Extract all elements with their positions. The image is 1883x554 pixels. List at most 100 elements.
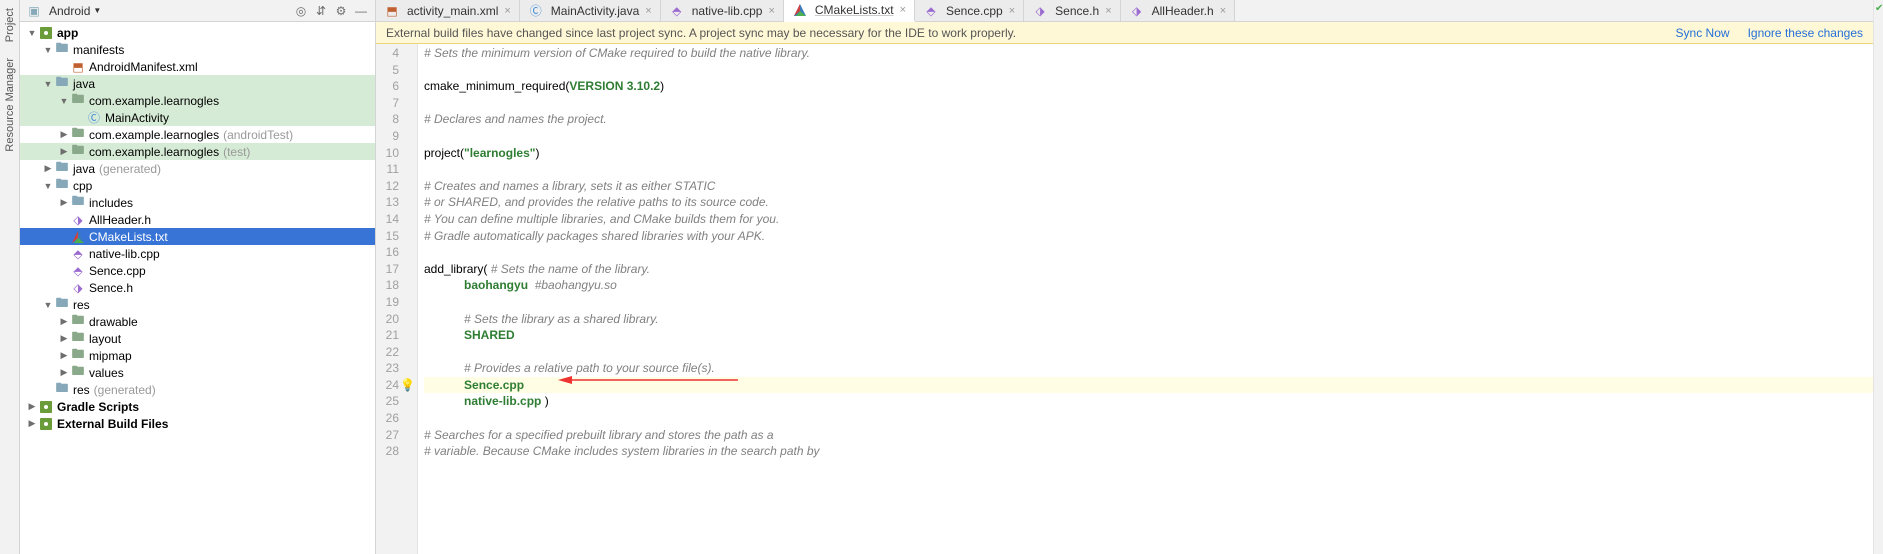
tree-node[interactable]: ⬗AllHeader.h	[20, 211, 375, 228]
editor-tab[interactable]: ⬒activity_main.xml×	[376, 0, 520, 21]
line-gutter: 4567891011121314151617181920212223💡24252…	[376, 44, 418, 554]
tree-node[interactable]: ▶🖿values	[20, 364, 375, 381]
code-line[interactable]: # variable. Because CMake includes syste…	[424, 443, 1873, 460]
editor-tab[interactable]: ⬘native-lib.cpp×	[661, 0, 784, 21]
editor-tab[interactable]: ⒸMainActivity.java×	[520, 0, 661, 21]
expand-arrow[interactable]: ▼	[42, 79, 54, 89]
code-line[interactable]: native-lib.cpp )	[424, 393, 1873, 410]
tab-label: Sence.h	[1055, 4, 1099, 18]
code-line[interactable]: # Gradle automatically packages shared l…	[424, 228, 1873, 245]
code-line[interactable]	[424, 128, 1873, 145]
code-line[interactable]: # Sets the library as a shared library.	[424, 311, 1873, 328]
sync-now-link[interactable]: Sync Now	[1676, 26, 1730, 40]
tool-tab-resource-manager[interactable]: Resource Manager	[4, 58, 16, 152]
tree-node[interactable]: CMakeLists.txt	[20, 228, 375, 245]
hide-icon[interactable]: —	[353, 3, 369, 19]
tree-node[interactable]: ▶External Build Files	[20, 415, 375, 432]
expand-arrow[interactable]: ▶	[58, 333, 70, 344]
editor-tab[interactable]: ⬗AllHeader.h×	[1121, 0, 1235, 21]
tree-node[interactable]: ▶🖿com.example.learnogles(test)	[20, 143, 375, 160]
close-icon[interactable]: ×	[504, 5, 510, 17]
code-line[interactable]	[424, 344, 1873, 361]
code-content[interactable]: # Sets the minimum version of CMake requ…	[418, 44, 1873, 554]
close-icon[interactable]: ×	[1009, 5, 1015, 17]
tree-node[interactable]: ⬘Sence.cpp	[20, 262, 375, 279]
view-mode-dropdown[interactable]: Android ▼	[49, 4, 101, 18]
gear-icon[interactable]: ⚙	[333, 3, 349, 19]
code-line[interactable]: baohangyu #baohangyu.so	[424, 277, 1873, 294]
code-line[interactable]: # Provides a relative path to your sourc…	[424, 360, 1873, 377]
filter-icon[interactable]: ⇵	[313, 3, 329, 19]
expand-arrow[interactable]: ▶	[26, 418, 38, 429]
tree-label: Gradle Scripts	[57, 400, 139, 414]
editor-tab[interactable]: ⬗Sence.h×	[1024, 0, 1120, 21]
code-line[interactable]: # You can define multiple libraries, and…	[424, 211, 1873, 228]
expand-arrow[interactable]: ▼	[42, 45, 54, 55]
line-number: 9	[376, 128, 399, 145]
close-icon[interactable]: ×	[1220, 5, 1226, 17]
line-number: 14	[376, 211, 399, 228]
code-line[interactable]: Sence.cpp	[424, 377, 1873, 394]
code-line[interactable]	[424, 410, 1873, 427]
editor-marker-bar[interactable]: ✔	[1873, 0, 1883, 554]
expand-arrow[interactable]: ▶	[58, 197, 70, 208]
code-line[interactable]	[424, 161, 1873, 178]
tree-node[interactable]: ▼🖿manifests	[20, 41, 375, 58]
file-xml-icon: ⬒	[70, 59, 86, 75]
tree-node[interactable]: ▶🖿includes	[20, 194, 375, 211]
expand-arrow[interactable]: ▼	[42, 300, 54, 310]
code-line[interactable]: # Declares and names the project.	[424, 111, 1873, 128]
code-line[interactable]: SHARED	[424, 327, 1873, 344]
expand-arrow[interactable]: ▶	[58, 146, 70, 157]
folder-icon: 🖿	[54, 76, 70, 92]
target-icon[interactable]: ◎	[293, 3, 309, 19]
file-cpp-icon: ⬘	[70, 246, 86, 262]
tree-node[interactable]: ⬘native-lib.cpp	[20, 245, 375, 262]
line-number: 6	[376, 78, 399, 95]
code-line[interactable]	[424, 95, 1873, 112]
tree-label: AllHeader.h	[89, 213, 151, 227]
ignore-changes-link[interactable]: Ignore these changes	[1748, 26, 1863, 40]
intention-bulb-icon[interactable]: 💡	[400, 377, 415, 394]
tree-label: res	[73, 383, 90, 397]
code-line[interactable]	[424, 294, 1873, 311]
close-icon[interactable]: ×	[900, 4, 906, 16]
expand-arrow[interactable]: ▶	[58, 350, 70, 361]
expand-arrow[interactable]: ▶	[42, 163, 54, 174]
project-tree[interactable]: ▼app▼🖿manifests⬒AndroidManifest.xml▼🖿jav…	[20, 22, 375, 554]
expand-arrow[interactable]: ▼	[58, 96, 70, 106]
code-line[interactable]: cmake_minimum_required(VERSION 3.10.2)	[424, 78, 1873, 95]
expand-arrow[interactable]: ▶	[26, 401, 38, 412]
code-line[interactable]: # Sets the minimum version of CMake requ…	[424, 45, 1873, 62]
code-line[interactable]: # Creates and names a library, sets it a…	[424, 178, 1873, 195]
code-line[interactable]: # Searches for a specified prebuilt libr…	[424, 427, 1873, 444]
tree-node[interactable]: ▶🖿java(generated)	[20, 160, 375, 177]
line-number: 15	[376, 228, 399, 245]
tree-node[interactable]: ▼app	[20, 24, 375, 41]
tab-label: MainActivity.java	[551, 4, 639, 18]
expand-arrow[interactable]: ▼	[42, 181, 54, 191]
tree-node[interactable]: 🖿res(generated)	[20, 381, 375, 398]
tree-node[interactable]: ⬒AndroidManifest.xml	[20, 58, 375, 75]
editor-tab[interactable]: ⬘Sence.cpp×	[915, 0, 1024, 21]
expand-arrow[interactable]: ▼	[26, 28, 38, 38]
code-line[interactable]	[424, 62, 1873, 79]
tree-node[interactable]: ⬗Sence.h	[20, 279, 375, 296]
expand-arrow[interactable]: ▶	[58, 367, 70, 378]
editor-tab[interactable]: CMakeLists.txt×	[784, 0, 915, 22]
code-line[interactable]: project("learnogles")	[424, 145, 1873, 162]
folder-icon: 🖿	[54, 42, 70, 58]
code-line[interactable]: # or SHARED, and provides the relative p…	[424, 194, 1873, 211]
tree-node[interactable]: ▼🖿com.example.learnogles	[20, 92, 375, 109]
code-editor[interactable]: 4567891011121314151617181920212223💡24252…	[376, 44, 1873, 554]
close-icon[interactable]: ×	[645, 5, 651, 17]
close-icon[interactable]: ×	[1105, 5, 1111, 17]
close-icon[interactable]: ×	[768, 5, 774, 17]
code-line[interactable]: add_library( # Sets the name of the libr…	[424, 261, 1873, 278]
tool-tab-project[interactable]: Project	[4, 8, 16, 42]
code-line[interactable]	[424, 244, 1873, 261]
expand-arrow[interactable]: ▶	[58, 316, 70, 327]
expand-arrow[interactable]: ▶	[58, 129, 70, 140]
tree-suffix: (generated)	[94, 383, 156, 397]
tree-node[interactable]: ▶ Gradle Scripts	[20, 398, 375, 415]
